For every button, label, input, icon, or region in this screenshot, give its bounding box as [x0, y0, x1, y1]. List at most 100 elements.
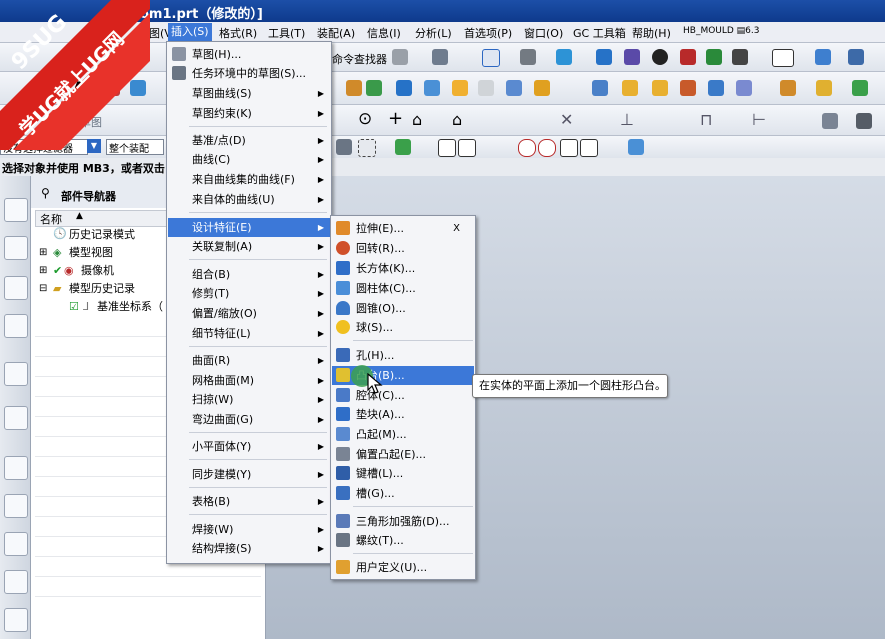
menu-assembly[interactable]: 装配(A)	[317, 25, 355, 41]
assembly-navigator-tab[interactable]	[4, 236, 28, 260]
move-icon[interactable]	[346, 80, 362, 96]
menu-item-slot[interactable]: 键槽(L)...	[332, 464, 474, 483]
surface-icon[interactable]	[478, 80, 494, 96]
pattern-icon[interactable]	[736, 80, 752, 96]
snap-mid-icon[interactable]	[458, 139, 476, 157]
menu-item-offset-scale[interactable]: 偏置/缩放(O) ▶	[168, 304, 330, 323]
select-box-icon[interactable]	[358, 139, 376, 157]
menu-item-sketch-constraint[interactable]: 草图约束(K) ▶	[168, 104, 330, 123]
menu-item-associative-copy[interactable]: 关联复制(A) ▶	[168, 237, 330, 256]
cube-red-icon[interactable]	[680, 49, 696, 65]
menu-item-dart[interactable]: 三角形加强筋(D)...	[332, 512, 474, 531]
snap-face-icon[interactable]	[628, 139, 644, 155]
cube-green-icon[interactable]	[706, 49, 722, 65]
menu-item-mesh-surface[interactable]: 网格曲面(M) ▶	[168, 371, 330, 390]
menu-item-structure-weld[interactable]: 结构焊接(S) ▶	[168, 539, 330, 558]
menu-item-trim[interactable]: 修剪(T) ▶	[168, 284, 330, 303]
dimension-icon[interactable]: ⊢	[752, 110, 766, 129]
shaded-cube-icon[interactable]	[556, 49, 572, 65]
fillet-icon[interactable]: ⌂	[452, 110, 462, 129]
collapse-icon[interactable]: ⊟	[39, 280, 47, 298]
menu-item-curve[interactable]: 曲线(C) ▶	[168, 150, 330, 169]
menu-item-block[interactable]: 长方体(K)...	[332, 259, 474, 278]
menu-item-revolve[interactable]: 回转(R)...	[332, 239, 474, 258]
blend-icon[interactable]	[506, 80, 522, 96]
reuse-library-tab[interactable]	[4, 314, 28, 338]
render-style-icon[interactable]	[520, 49, 536, 65]
sketch-shape-icon[interactable]: ⌂	[412, 110, 422, 129]
menu-item-datum-point[interactable]: 基准/点(D) ▶	[168, 131, 330, 150]
wire-cube-icon[interactable]	[624, 49, 640, 65]
menu-item-pocket[interactable]: 腔体(C)...	[332, 386, 474, 405]
mirror-icon[interactable]	[780, 80, 796, 96]
menu-item-user-defined[interactable]: 用户定义(U)...	[332, 558, 474, 577]
menu-gc-toolbox[interactable]: GC 工具箱	[573, 25, 626, 41]
sphere-icon[interactable]	[652, 49, 668, 65]
menu-item-groove[interactable]: 槽(G)...	[332, 484, 474, 503]
pin-icon[interactable]: ⚲	[41, 186, 50, 200]
menu-tools[interactable]: 工具(T)	[268, 25, 305, 41]
trim-curve-icon[interactable]: ✕	[560, 110, 573, 129]
menu-item-table[interactable]: 表格(B) ▶	[168, 492, 330, 511]
arrow-icon[interactable]	[848, 49, 864, 65]
palette-tab[interactable]	[4, 494, 28, 518]
clock-tab[interactable]	[4, 456, 28, 480]
roles-tab[interactable]	[4, 608, 28, 632]
sketch-settings-icon[interactable]	[822, 113, 838, 129]
offset-icon[interactable]	[652, 80, 668, 96]
plus-tool-icon[interactable]: +	[388, 108, 403, 129]
trim-icon[interactable]	[708, 80, 724, 96]
menu-hb-mould[interactable]: HB_MOULD ▤6.3	[683, 26, 760, 36]
color-box-icon[interactable]	[772, 49, 794, 67]
menu-item-sketch[interactable]: 草图(H)...	[168, 45, 330, 64]
extrude-icon[interactable]	[396, 80, 412, 96]
expand-icon[interactable]: ⊞	[39, 244, 47, 262]
menu-item-extrude[interactable]: 拉伸(E)... X	[332, 219, 474, 238]
menu-item-combine[interactable]: 组合(B) ▶	[168, 265, 330, 284]
menu-item-pad[interactable]: 垫块(A)...	[332, 405, 474, 424]
snap-endpoint-icon[interactable]	[395, 139, 411, 155]
menu-item-flange-surface[interactable]: 弯边曲面(G) ▶	[168, 410, 330, 429]
snap-curve-icon[interactable]	[580, 139, 598, 157]
chamfer-icon[interactable]	[534, 80, 550, 96]
snap-point-icon[interactable]	[560, 139, 578, 157]
gear-icon[interactable]	[392, 49, 408, 65]
info-icon[interactable]	[432, 49, 448, 65]
system-materials-tab[interactable]	[4, 532, 28, 556]
snap-quadrant-icon[interactable]	[538, 139, 556, 157]
cube-dark-icon[interactable]	[732, 49, 748, 65]
menu-item-sketch-in-task[interactable]: 任务环境中的草图(S)...	[168, 64, 330, 83]
menu-window[interactable]: 窗口(O)	[524, 25, 563, 41]
menu-item-emboss[interactable]: 凸起(M)...	[332, 425, 474, 444]
menu-item-facet-body[interactable]: 小平面体(Y) ▶	[168, 437, 330, 456]
expand-icon[interactable]: ⊞	[39, 262, 47, 280]
menu-item-detail-feature[interactable]: 细节特征(L) ▶	[168, 324, 330, 343]
menu-item-offset-emboss[interactable]: 偏置凸起(E)...	[332, 445, 474, 464]
menu-info[interactable]: 信息(I)	[367, 25, 401, 41]
menu-item-sweep[interactable]: 扫掠(W) ▶	[168, 390, 330, 409]
menu-item-thread[interactable]: 螺纹(T)...	[332, 531, 474, 550]
history-tab[interactable]	[4, 406, 28, 430]
menu-item-hole[interactable]: 孔(H)...	[332, 346, 474, 365]
menu-format[interactable]: 格式(R)	[219, 25, 257, 41]
fit-view-icon[interactable]	[482, 49, 500, 67]
constraint-icon[interactable]: ⊓	[700, 110, 712, 129]
command-finder-label[interactable]: 命令查找器	[332, 51, 387, 67]
revolve-icon[interactable]	[424, 80, 440, 96]
cube-icon[interactable]	[596, 49, 612, 65]
menu-item-synchronous-modeling[interactable]: 同步建模(Y) ▶	[168, 465, 330, 484]
menu-item-cone[interactable]: 圆锥(O)...	[332, 299, 474, 318]
menu-item-curve-from-curves[interactable]: 来自曲线集的曲线(F) ▶	[168, 170, 330, 189]
draft-icon[interactable]	[622, 80, 638, 96]
menu-preferences[interactable]: 首选项(P)	[464, 25, 512, 41]
extend-curve-icon[interactable]: ⊥	[620, 110, 634, 129]
menu-item-curve-from-bodies[interactable]: 来自体的曲线(U) ▶	[168, 190, 330, 209]
snap-line-icon[interactable]	[438, 139, 456, 157]
sew-icon[interactable]	[816, 80, 832, 96]
menu-item-sphere[interactable]: 球(S)...	[332, 318, 474, 337]
boolean-icon[interactable]	[680, 80, 696, 96]
menu-help[interactable]: 帮助(H)	[632, 25, 671, 41]
layer-icon[interactable]	[815, 49, 831, 65]
menu-analysis[interactable]: 分析(L)	[415, 25, 452, 41]
sweep-icon[interactable]	[452, 80, 468, 96]
